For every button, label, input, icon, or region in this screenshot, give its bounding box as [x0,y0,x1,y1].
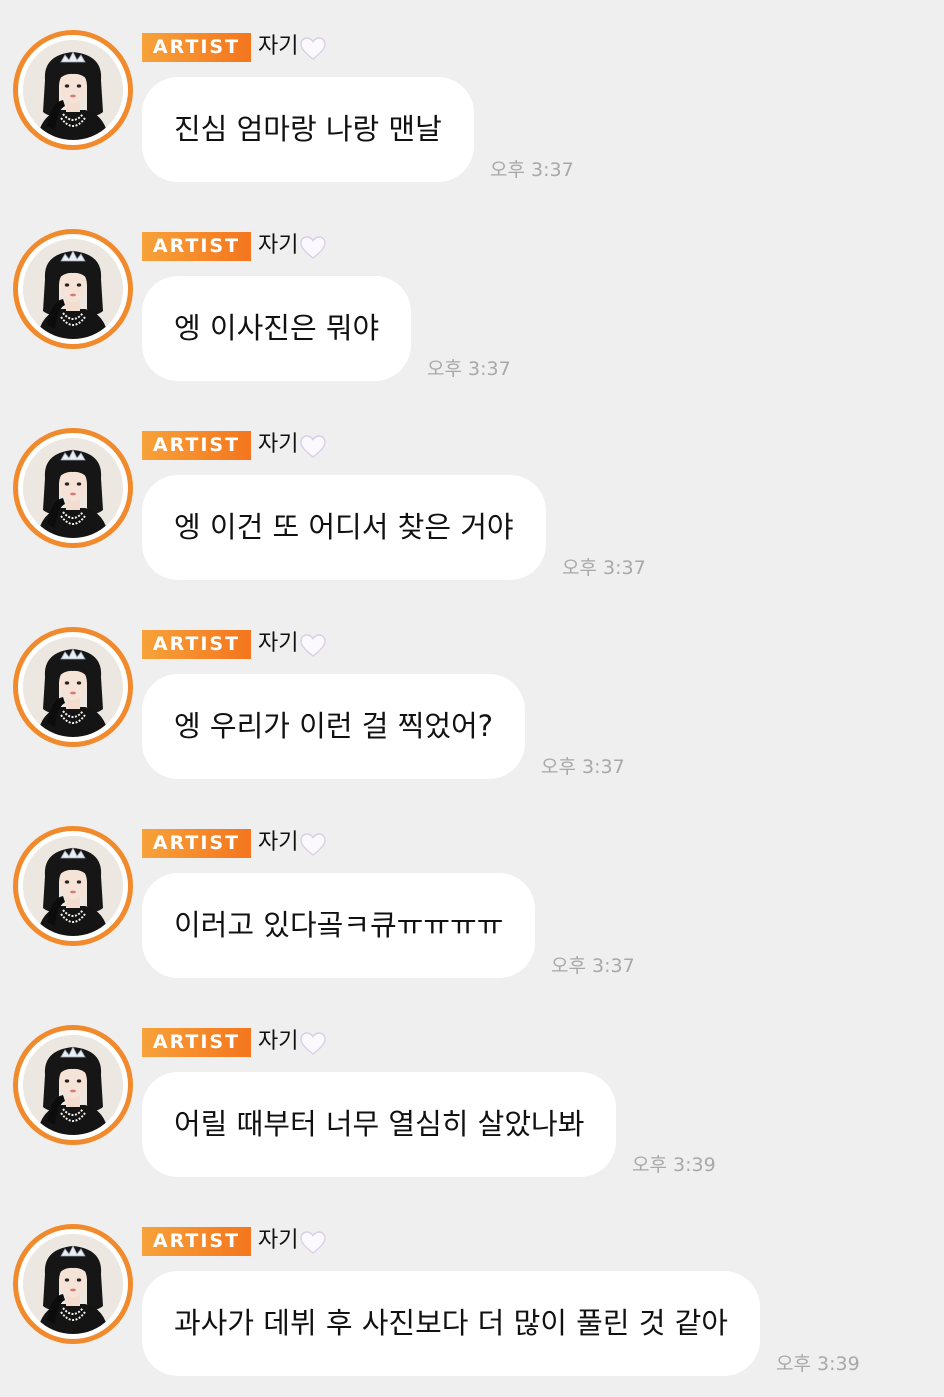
artist-nickname[interactable]: 자기 [258,627,327,661]
artist-avatar[interactable] [13,826,133,946]
message-bubble[interactable]: 어릴 때부터 너무 열심히 살았나봐 [142,1072,617,1177]
white-heart-icon [300,435,327,459]
message-timestamp: 오후 3:37 [541,756,625,778]
message-bubble[interactable]: 과사가 데뷔 후 사진보다 더 많이 풀린 것 같아 [142,1271,760,1376]
message-timestamp: 오후 3:37 [551,955,635,977]
message-timestamp: 오후 3:37 [427,358,511,380]
artist-nickname[interactable]: 자기 [258,428,327,462]
nickname-text: 자기 [258,1029,299,1054]
nickname-text: 자기 [258,432,299,457]
artist-badge: ARTIST [142,33,251,62]
white-heart-icon [300,1032,327,1056]
white-heart-icon [300,634,327,658]
message-timestamp: 오후 3:39 [632,1154,716,1176]
message-bubble[interactable]: 엥 이건 또 어디서 찾은 거야 [142,475,546,580]
message-bubble[interactable]: 엥 이사진은 뭐야 [142,276,412,381]
artist-badge: ARTIST [142,431,251,460]
message-bubble[interactable]: 진심 엄마랑 나랑 맨날 [142,77,474,182]
nickname-text: 자기 [258,830,299,855]
artist-avatar[interactable] [13,1224,133,1344]
artist-avatar[interactable] [13,428,133,548]
avatar-photo [23,1234,123,1334]
nickname-text: 자기 [258,1228,299,1253]
chat-message-1: ARTIST 자기 진심 엄마랑 나랑 맨날 오후 3:37 [0,0,944,199]
artist-avatar[interactable] [13,1025,133,1145]
avatar-photo [23,637,123,737]
artist-badge: ARTIST [142,1028,251,1057]
message-bubble[interactable]: 이러고 있다곸ㅋ큐ㅠㅠㅠㅠ [142,873,536,978]
avatar-photo [23,239,123,339]
avatar-photo [23,1035,123,1135]
avatar-photo [23,836,123,936]
artist-badge: ARTIST [142,232,251,261]
artist-nickname[interactable]: 자기 [258,826,327,860]
avatar-photo [23,40,123,140]
artist-nickname[interactable]: 자기 [258,1224,327,1258]
artist-nickname[interactable]: 자기 [258,1025,327,1059]
artist-nickname[interactable]: 자기 [258,229,327,263]
artist-avatar[interactable] [13,229,133,349]
chat-message-3: ARTIST 자기 엥 이건 또 어디서 찾은 거야 오후 3:37 [0,398,944,597]
artist-avatar[interactable] [13,627,133,747]
artist-badge: ARTIST [142,630,251,659]
white-heart-icon [300,37,327,61]
nickname-text: 자기 [258,34,299,59]
artist-nickname[interactable]: 자기 [258,30,327,64]
chat-message-7: ARTIST 자기 과사가 데뷔 후 사진보다 더 많이 풀린 것 같아 오후 … [0,1194,944,1393]
white-heart-icon [300,833,327,857]
message-timestamp: 오후 3:39 [776,1353,860,1375]
artist-badge: ARTIST [142,829,251,858]
chat-message-4: ARTIST 자기 엥 우리가 이런 걸 찍었어? 오후 3:37 [0,597,944,796]
white-heart-icon [300,1231,327,1255]
white-heart-icon [300,236,327,260]
chat-message-2: ARTIST 자기 엥 이사진은 뭐야 오후 3:37 [0,199,944,398]
artist-badge: ARTIST [142,1227,251,1256]
chat-message-6: ARTIST 자기 어릴 때부터 너무 열심히 살았나봐 오후 3:39 [0,995,944,1194]
artist-avatar[interactable] [13,30,133,150]
nickname-text: 자기 [258,631,299,656]
message-timestamp: 오후 3:37 [562,557,646,579]
message-bubble[interactable]: 엥 우리가 이런 걸 찍었어? [142,674,526,779]
chat-message-5: ARTIST 자기 이러고 있다곸ㅋ큐ㅠㅠㅠㅠ 오후 3:37 [0,796,944,995]
avatar-photo [23,438,123,538]
nickname-text: 자기 [258,233,299,258]
message-timestamp: 오후 3:37 [490,159,574,181]
